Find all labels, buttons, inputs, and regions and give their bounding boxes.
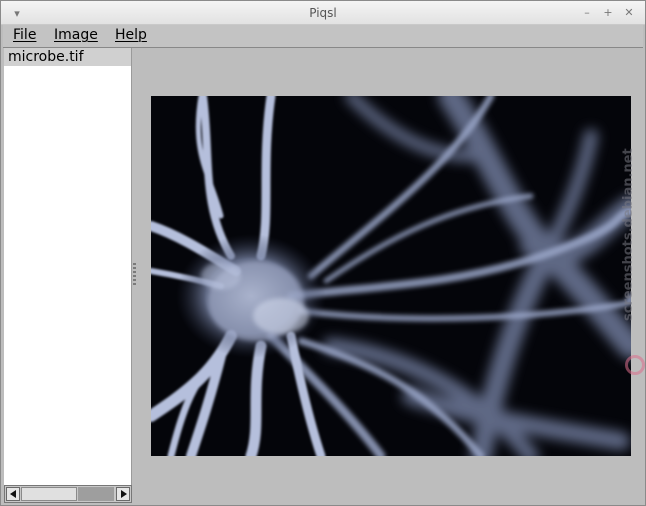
- list-item[interactable]: microbe.tif: [4, 48, 131, 66]
- minimize-icon[interactable]: –: [579, 5, 595, 21]
- horizontal-scrollbar[interactable]: [4, 485, 132, 503]
- neuron-image: [151, 96, 631, 456]
- menu-image[interactable]: Image: [54, 27, 98, 43]
- arrow-right-icon: [121, 490, 127, 498]
- window-title: Piqsl: [309, 6, 337, 20]
- watermark-logo-icon: [625, 355, 645, 375]
- title-bar[interactable]: ▾ Piqsl – + ✕: [1, 1, 645, 25]
- image-viewer[interactable]: [151, 96, 631, 456]
- image-list: microbe.tif: [4, 48, 132, 485]
- splitter-handle[interactable]: [133, 263, 136, 287]
- menu-help[interactable]: Help: [115, 27, 147, 43]
- scroll-right-button[interactable]: [116, 487, 130, 501]
- close-icon[interactable]: ✕: [621, 5, 637, 21]
- scroll-left-button[interactable]: [6, 487, 20, 501]
- scrollbar-track[interactable]: [78, 487, 114, 501]
- menu-file[interactable]: File: [13, 27, 36, 43]
- menu-bar: File Image Help: [3, 25, 643, 48]
- scrollbar-thumb[interactable]: [21, 487, 77, 501]
- app-window: ▾ Piqsl – + ✕ File Image Help microbe.ti…: [0, 0, 646, 506]
- arrow-left-icon: [10, 490, 16, 498]
- watermark-text: screenshots.debian.net: [621, 148, 636, 321]
- maximize-icon[interactable]: +: [600, 5, 616, 21]
